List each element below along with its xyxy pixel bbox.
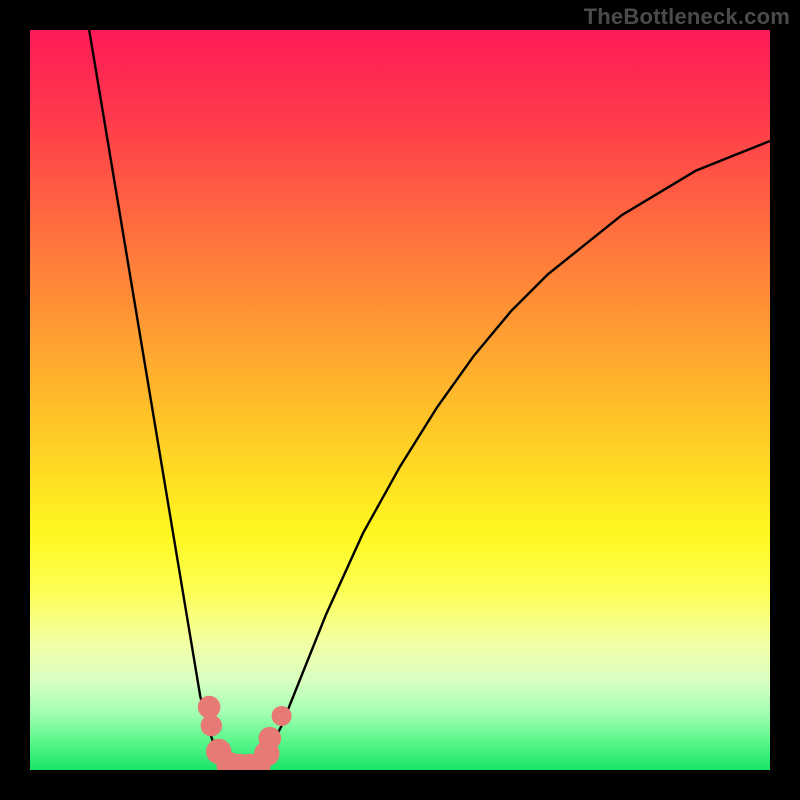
plot-area — [30, 30, 770, 770]
watermark-text: TheBottleneck.com — [584, 4, 790, 30]
chart-frame: TheBottleneck.com — [0, 0, 800, 800]
data-marker — [198, 696, 221, 719]
data-marker — [259, 727, 282, 750]
curve-right — [259, 141, 770, 770]
curve-left — [89, 30, 230, 770]
data-marker — [201, 715, 222, 736]
curve-markers — [198, 696, 292, 770]
curve-layer — [30, 30, 770, 770]
data-marker — [272, 706, 292, 726]
